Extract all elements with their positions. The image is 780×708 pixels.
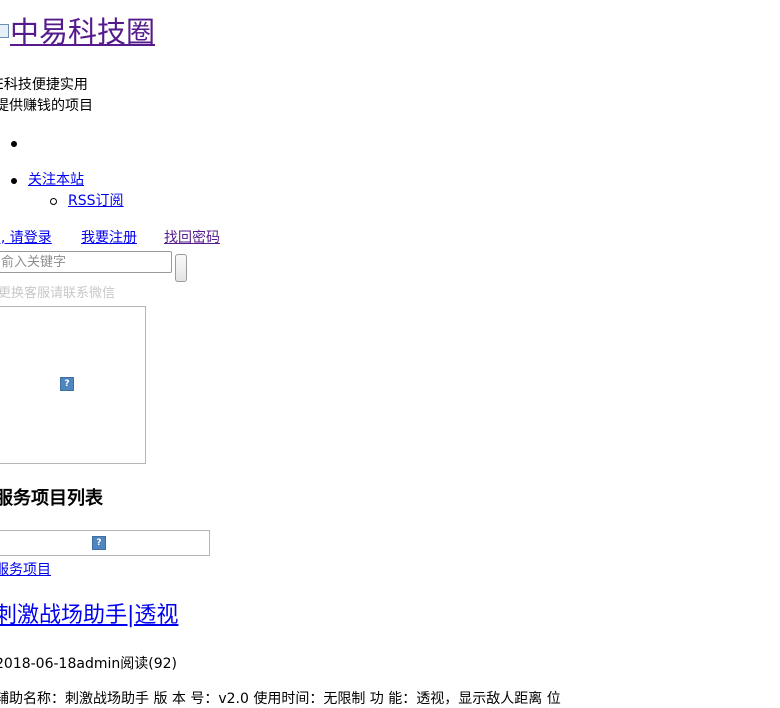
register-link[interactable]: 我要注册 <box>81 229 137 247</box>
post-excerpt: 辅助名称：刺激战场助手 版 本 号：v2.0 使用时间：无限制 功 能：透视，显… <box>0 691 561 707</box>
broken-image-icon: ? <box>92 536 106 550</box>
customer-service-notice: 更换客服请联系微信 <box>0 286 116 301</box>
post-title-link[interactable]: 刺激战场助手|透视 <box>0 602 178 630</box>
post-meta: 2018-06-18admin阅读(92) <box>0 656 177 672</box>
image-frame: ? <box>0 306 146 464</box>
rss-subscribe-link[interactable]: RSS订阅 <box>68 192 124 210</box>
banner-image[interactable]: ? <box>0 530 210 556</box>
site-title[interactable]: 中易科技圈 <box>0 12 155 52</box>
list-bullet-icon <box>11 141 17 147</box>
follow-site-link[interactable]: 关注本站 <box>28 171 84 189</box>
broken-image-icon: ? <box>60 377 74 391</box>
site-tagline-line-1: E科技便捷实用 <box>0 77 88 93</box>
site-title-text: 中易科技圈 <box>10 15 156 49</box>
search-input[interactable] <box>0 251 172 273</box>
site-tagline-line-2: 提供赚钱的项目 <box>0 98 93 114</box>
list-bullet-icon <box>11 178 17 184</box>
login-link[interactable]: i, 请登录 <box>0 229 52 247</box>
broken-image-icon <box>0 24 9 38</box>
recover-password-link[interactable]: 找回密码 <box>164 229 220 247</box>
section-heading: 服务项目列表 <box>0 488 103 509</box>
service-items-link[interactable]: 服务项目 <box>0 561 51 579</box>
sublist-bullet-icon <box>50 198 57 205</box>
site-title-link[interactable]: 中易科技圈 <box>0 15 155 49</box>
search-button[interactable] <box>175 254 187 282</box>
